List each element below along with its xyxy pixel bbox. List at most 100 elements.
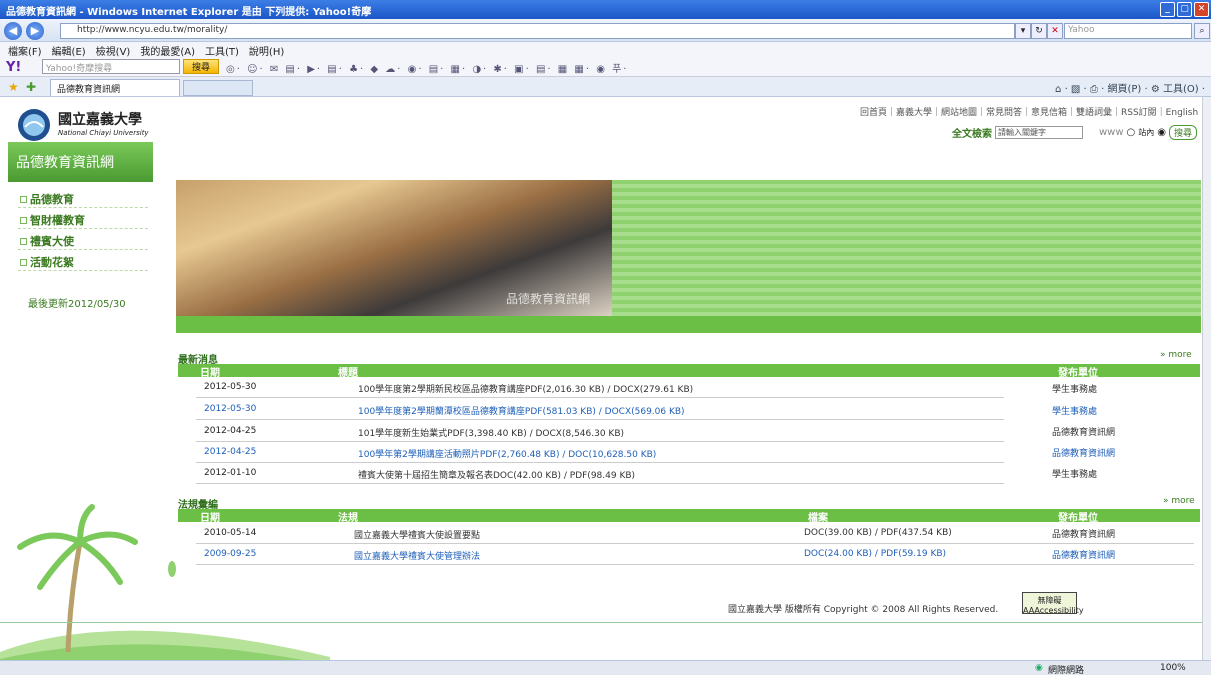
add-favorites-icon[interactable]: ✚ [26,80,36,94]
refresh-icon[interactable]: ↻ [1031,23,1047,39]
news-unit: 學生事務處 [1052,385,1098,395]
favorites-star-icon[interactable]: ★ [8,80,19,94]
table-row: 2012-04-25 101學年度新生始業式PDF(3,398.40 KB) /… [196,421,1004,442]
news-title-link[interactable]: 100學年度第2學期蘭潭校區品德教育講座PDF(581.03 KB) / DOC… [358,404,685,417]
news-more-link[interactable]: » more [1160,350,1192,360]
window-titlebar: 品德教育資訊網 - Windows Internet Explorer 是由 下… [0,0,1211,19]
news-unit: 學生事務處 [1052,407,1098,417]
command-bar[interactable]: ⌂ · ▧ · ⎙ · 網頁(P) · ⚙ 工具(O) · [1055,80,1205,95]
menu-file[interactable]: 檔案(F) [8,43,42,58]
menu-view[interactable]: 檢視(V) [96,43,131,58]
menu-edit[interactable]: 編輯(E) [52,43,86,58]
laws-header-unit: 發布單位 [1058,513,1098,524]
footer-divider [0,622,1202,623]
scope-site-radio[interactable]: ◉ [1157,127,1166,138]
address-bar: ◀ ▶ http://www.ncyu.edu.tw/morality/ ▾ ↻… [0,19,1211,42]
law-date: 2009-09-25 [204,549,257,559]
sidebar-item-activities[interactable]: 活動花絮 [18,250,148,271]
news-unit: 品德教育資訊網 [1052,449,1116,459]
news-title-link[interactable]: 100學年度第2學期新民校區品德教育講座PDF(2,016.30 KB) / D… [358,382,693,395]
menu-tools[interactable]: 工具(T) [205,43,239,58]
window-title: 品德教育資訊網 - Windows Internet Explorer 是由 下… [6,7,372,18]
search-icon[interactable]: ⌕ [1194,23,1210,39]
ie-search-input[interactable]: Yahoo [1064,23,1192,39]
tab-current[interactable]: 品德教育資訊網 [50,79,180,96]
emblem-icon [18,109,50,141]
news-date: 2012-04-25 [204,426,257,436]
last-updated: 最後更新2012/05/30 [28,299,126,310]
tab-bar: ★ ✚ 品德教育資訊網 ⌂ · ▧ · ⎙ · 網頁(P) · ⚙ 工具(O) … [0,77,1211,97]
table-row: 2010-05-14 國立嘉義大學禮賓大使設置要點 DOC(39.00 KB) … [196,523,1194,544]
yahoo-search-input[interactable]: Yahoo!奇摩搜尋 [42,59,180,74]
accessibility-badge[interactable]: 無障礙 AAAccessibility [1022,592,1084,615]
fulltext-input[interactable]: 請輸入關鍵字 [995,126,1083,139]
news-unit: 學生事務處 [1052,470,1098,480]
yahoo-toolbar: Y! Yahoo!奇摩搜尋 搜尋 ◎· ☺· ✉ ▤· ▶· ▤· ♣· ◆ ☁… [0,57,1211,77]
law-title-link[interactable]: 國立嘉義大學禮賓大使設置要點 [354,528,480,541]
scope-www-radio[interactable]: ○ [1127,127,1136,138]
sidebar-item-ambassadors[interactable]: 禮賓大使 [18,229,148,250]
zone-label: 網際網路 [1048,666,1085,676]
new-tab-button[interactable] [183,80,253,96]
menu-bar: 檔案(F) 編輯(E) 檢視(V) 我的最愛(A) 工具(T) 說明(H) [0,42,1211,58]
site-section-title: 品德教育資訊網 [8,142,153,182]
maximize-button[interactable]: ▢ [1177,2,1192,17]
law-date: 2010-05-14 [204,528,257,538]
yahoo-search-button[interactable]: 搜尋 [183,59,219,74]
law-title-link[interactable]: 國立嘉義大學禮賓大使管理辦法 [354,549,480,562]
side-menu: 品德教育 智財權教育 禮賓大使 活動花絮 [18,187,148,271]
footer-copyright: 國立嘉義大學 版權所有 Copyright © 2008 All Rights … [728,605,999,615]
table-row: 2012-05-30 100學年度第2學期蘭潭校區品德教育講座PDF(581.0… [196,399,1004,420]
menu-help[interactable]: 說明(H) [249,43,284,58]
news-title-link[interactable]: 禮賓大使第十屆招生簡章及報名表DOC(42.00 KB) / PDF(98.49… [358,468,635,481]
law-file-link[interactable]: DOC(39.00 KB) / PDF(437.54 KB) [804,528,952,538]
laws-header-file: 檔案 [808,513,828,524]
fulltext-search: 全文檢索 請輸入關鍵字 www ○ 站內 ◉ 搜尋 [952,125,1198,140]
news-date: 2012-05-30 [204,404,257,414]
url-field[interactable]: http://www.ncyu.edu.tw/morality/ [60,23,1015,39]
internet-zone-icon: ◉ [1035,663,1043,673]
banner-photo: 品德教育資訊網 [176,180,612,316]
top-links[interactable]: 回首頁｜嘉義大學｜網站地圖｜常見問答｜意見信箱｜雙語詞彙｜RSS訂閱｜Engli… [860,105,1198,118]
page-content: 國立嘉義大學 National Chiayi University 品德教育資訊… [0,97,1202,660]
news-title-link[interactable]: 101學年度新生始業式PDF(3,398.40 KB) / DOCX(8,546… [358,426,624,439]
url-dropdown-icon[interactable]: ▾ [1015,23,1031,39]
table-row: 2012-05-30 100學年度第2學期新民校區品德教育講座PDF(2,016… [196,377,1004,398]
fulltext-label: 全文檢索 [952,129,992,140]
menu-favorites[interactable]: 我的最愛(A) [140,43,195,58]
laws-more-link[interactable]: » more [1163,496,1195,506]
laws-header-date: 日期 [200,513,220,524]
sidebar-item-character-education[interactable]: 品德教育 [18,187,148,208]
table-row: 2009-09-25 國立嘉義大學禮賓大使管理辦法 DOC(24.00 KB) … [196,544,1194,565]
zoom-level[interactable]: 100% [1160,663,1186,673]
news-header-unit: 發布單位 [1058,368,1098,379]
fulltext-search-button[interactable]: 搜尋 [1169,125,1198,140]
news-date: 2012-01-10 [204,468,257,478]
table-row: 2012-04-25 100學年第2學期講座活動照片PDF(2,760.48 K… [196,442,1004,463]
table-row: 2012-01-10 禮賓大使第十屆招生簡章及報名表DOC(42.00 KB) … [196,463,1004,484]
back-button[interactable]: ◀ [4,22,22,40]
law-file-link[interactable]: DOC(24.00 KB) / PDF(59.19 KB) [804,549,946,559]
news-unit: 品德教育資訊網 [1052,428,1116,438]
scope-www-label: www [1099,127,1124,138]
university-name-en: National Chiayi University [58,129,149,137]
yahoo-toolbar-icons[interactable]: ◎· ☺· ✉ ▤· ▶· ▤· ♣· ◆ ☁· ◉· ▤· ▦· ◑· ✱· … [226,60,628,75]
news-date: 2012-04-25 [204,447,257,457]
minimize-button[interactable]: _ [1160,2,1175,17]
laws-header-title: 法規 [338,513,358,524]
university-logo[interactable]: 國立嘉義大學 National Chiayi University [16,107,151,147]
close-button[interactable]: ✕ [1194,2,1209,17]
forward-button[interactable]: ▶ [26,22,44,40]
laws-table-header: 日期 法規 檔案 發布單位 [178,509,1200,524]
scope-site-label: 站內 [1138,128,1155,137]
news-title-link[interactable]: 100學年第2學期講座活動照片PDF(2,760.48 KB) / DOC(10… [358,447,656,460]
university-name: 國立嘉義大學 [58,112,142,128]
banner-band [176,316,1201,333]
banner-caption: 品德教育資訊網 [506,292,591,306]
law-unit: 品德教育資訊網 [1052,530,1116,540]
stop-icon[interactable]: ✕ [1047,23,1063,39]
law-unit: 品德教育資訊網 [1052,551,1116,561]
vertical-scrollbar[interactable] [1202,97,1211,660]
yahoo-logo[interactable]: Y! [6,60,21,75]
sidebar-item-ip-education[interactable]: 智財權教育 [18,208,148,229]
